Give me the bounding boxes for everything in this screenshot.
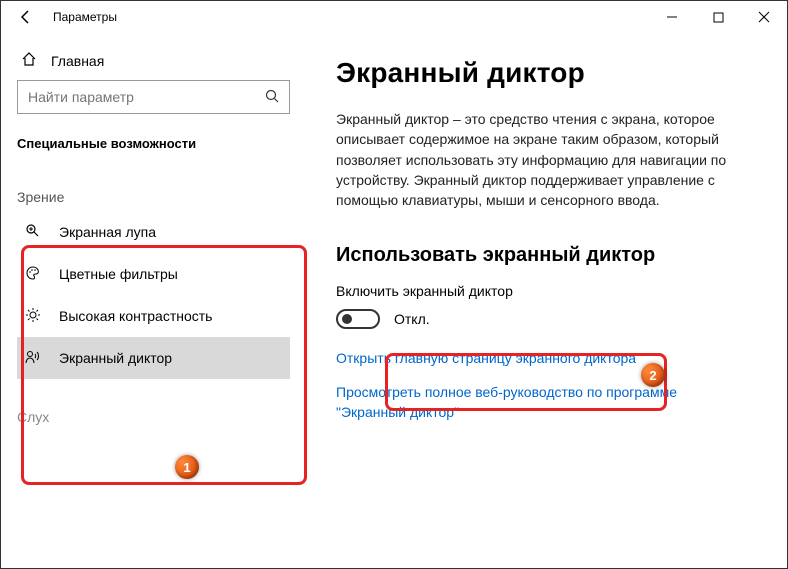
toggle-knob — [342, 314, 352, 324]
search-icon — [265, 89, 279, 106]
window-controls — [649, 1, 787, 33]
narrator-toggle[interactable] — [336, 309, 380, 329]
toggle-state: Откл. — [394, 311, 430, 327]
sidebar-item-label: Экранный диктор — [59, 350, 172, 366]
minimize-icon — [666, 11, 678, 23]
toggle-label: Включить экранный диктор — [336, 283, 751, 299]
sidebar-item-narrator[interactable]: Экранный диктор — [17, 337, 290, 379]
home-icon — [21, 51, 37, 70]
arrow-left-icon — [18, 9, 34, 25]
window-title: Параметры — [53, 10, 117, 24]
back-button[interactable] — [11, 2, 41, 32]
brightness-icon — [25, 307, 43, 326]
main-content: Экранный диктор Экранный диктор – это ср… — [306, 33, 787, 568]
minimize-button[interactable] — [649, 1, 695, 33]
annotation-callout-2: 2 — [641, 363, 665, 387]
sidebar-item-label: Высокая контрастность — [59, 308, 212, 324]
close-icon — [758, 11, 770, 23]
group-hearing-label: Слух — [17, 397, 290, 425]
narrator-icon — [25, 349, 43, 368]
sidebar-item-magnifier[interactable]: Экранная лупа — [17, 211, 290, 253]
search-input[interactable] — [28, 89, 265, 105]
link-narrator-guide[interactable]: Просмотреть полное веб-руководство по пр… — [336, 383, 736, 422]
link-narrator-home[interactable]: Открыть главную страницу экранного дикто… — [336, 349, 736, 369]
maximize-icon — [713, 12, 724, 23]
annotation-callout-1: 1 — [175, 455, 199, 479]
use-narrator-heading: Использовать экранный диктор — [336, 244, 751, 267]
sidebar: Главная Специальные возможности Зрение Э… — [1, 33, 306, 568]
page-title: Экранный диктор — [336, 57, 751, 89]
close-button[interactable] — [741, 1, 787, 33]
sidebar-section-title: Специальные возможности — [17, 136, 290, 151]
sidebar-item-high-contrast[interactable]: Высокая контрастность — [17, 295, 290, 337]
search-box[interactable] — [17, 80, 290, 114]
palette-icon — [25, 265, 43, 284]
sidebar-home-label: Главная — [51, 53, 104, 69]
magnifier-icon — [25, 223, 43, 242]
sidebar-item-color-filters[interactable]: Цветные фильтры — [17, 253, 290, 295]
maximize-button[interactable] — [695, 1, 741, 33]
page-description: Экранный диктор – это средство чтения с … — [336, 109, 751, 210]
group-vision-label: Зрение — [17, 179, 290, 211]
titlebar: Параметры — [1, 1, 787, 33]
sidebar-home[interactable]: Главная — [17, 43, 290, 80]
sidebar-item-label: Цветные фильтры — [59, 266, 178, 282]
sidebar-item-label: Экранная лупа — [59, 224, 156, 240]
